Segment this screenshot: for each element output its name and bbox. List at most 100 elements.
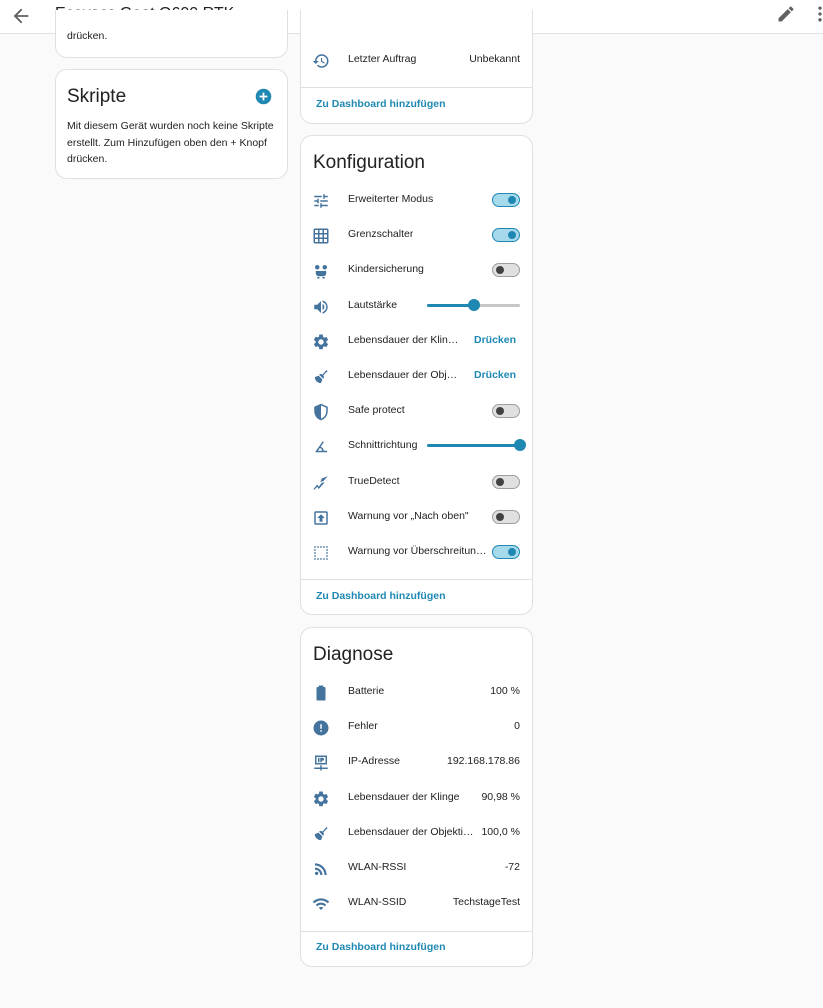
alert-circle-icon xyxy=(312,719,330,737)
angle-icon xyxy=(312,438,330,456)
grid-icon xyxy=(312,227,330,245)
toggle-knob xyxy=(496,512,504,521)
more-vertical-icon[interactable] xyxy=(810,4,823,24)
config-row-label: Lautstärke xyxy=(348,298,398,311)
toggle-switch[interactable] xyxy=(492,474,520,489)
toggle-switch[interactable] xyxy=(492,404,520,419)
add-to-dashboard-link[interactable]: Zu Dashboard hinzufügen xyxy=(316,98,446,110)
diagnostic-label: WLAN-SSID xyxy=(348,896,407,909)
partial-card-text: drücken. xyxy=(67,30,108,42)
card-divider xyxy=(301,87,532,88)
diagnostic-row: Batterie 100 % xyxy=(301,677,532,707)
card-divider xyxy=(301,931,532,932)
toggle-knob xyxy=(496,266,504,275)
edit-pencil-icon[interactable] xyxy=(776,4,796,24)
arrow-up-box-icon xyxy=(312,509,330,527)
diagnostic-row: Fehler 0 xyxy=(301,712,532,742)
press-button[interactable]: Drücken xyxy=(474,334,516,346)
volume-icon xyxy=(312,298,330,316)
truedetect-icon xyxy=(312,474,330,492)
toggle-switch[interactable] xyxy=(492,263,520,278)
controls-card-partial: Letzter Auftrag Unbekannt Zu Dashboard h… xyxy=(300,10,533,124)
config-row-label: TrueDetect xyxy=(348,474,400,487)
config-row: Grenzschalter xyxy=(301,220,532,250)
back-arrow-icon[interactable] xyxy=(10,5,32,27)
wifi-icon xyxy=(312,895,330,913)
cog-icon xyxy=(312,790,330,808)
add-script-icon[interactable] xyxy=(255,88,272,105)
rss-icon xyxy=(312,860,330,878)
slider-fill xyxy=(427,303,474,307)
shield-icon xyxy=(312,403,330,421)
config-row-label: Warnung vor Überschreitung der Grenze xyxy=(348,545,490,557)
toggle-knob xyxy=(496,407,504,416)
range-slider[interactable] xyxy=(427,439,526,452)
last-job-row: Letzter Auftrag Unbekannt xyxy=(301,45,532,75)
config-row-label: Erweiterter Modus xyxy=(348,193,434,205)
scripts-card-description: Mit diesem Gerät wurden noch keine Skrip… xyxy=(67,120,274,165)
scripts-card: Skripte Mit diesem Gerät wurden noch kei… xyxy=(55,69,288,179)
automations-card-partial: drücken. xyxy=(55,10,288,58)
range-slider[interactable] xyxy=(427,298,520,311)
toggle-switch[interactable] xyxy=(492,509,520,524)
config-row: Erweiterter Modus xyxy=(301,185,532,215)
battery-icon xyxy=(312,684,330,702)
diagnostics-card: Diagnose Batterie 100 % Fehler 0 IP-Adresse 1… xyxy=(300,627,533,967)
diagnostic-value: 192.168.178.86 xyxy=(447,755,520,768)
slider-thumb[interactable] xyxy=(467,298,480,311)
toggle-knob xyxy=(508,548,516,556)
diagnostic-label: Fehler xyxy=(348,720,378,733)
diagnostic-label: IP-Adresse xyxy=(348,755,400,768)
diagnostic-label: Lebensdauer der Objektivbürste xyxy=(348,825,476,838)
config-row: Warnung vor „Nach oben" xyxy=(301,502,532,532)
diagnostic-value: -72 xyxy=(504,861,520,873)
cog-icon xyxy=(312,333,330,351)
diagnostic-value: 100 % xyxy=(490,685,520,697)
config-row-label: Lebensdauer der Klinge zurücksetzen xyxy=(348,333,461,346)
config-row: Safe protect xyxy=(301,396,532,426)
config-row: Warnung vor Überschreitung der Grenze xyxy=(301,537,532,567)
config-row: Schnittrichtung xyxy=(301,431,532,461)
add-to-dashboard-link[interactable]: Zu Dashboard hinzufügen xyxy=(316,590,446,602)
add-to-dashboard-link[interactable]: Zu Dashboard hinzufügen xyxy=(316,941,446,953)
configuration-card: Konfiguration Erweiterter Modus Grenzscha… xyxy=(300,135,533,615)
config-row: Lebensdauer der Objektiv-Bürste zurückse… xyxy=(301,361,532,391)
diagnostic-label: Batterie xyxy=(348,685,385,697)
diagnostics-card-title: Diagnose xyxy=(313,644,394,665)
config-row: TrueDetect xyxy=(301,467,532,497)
scripts-card-title: Skripte xyxy=(67,86,127,107)
config-row-label: Grenzschalter xyxy=(348,228,414,241)
toggle-knob xyxy=(508,196,516,204)
toggle-knob xyxy=(508,231,516,240)
diagnostic-row: WLAN-SSID TechstageTest xyxy=(301,888,532,918)
dotted-square-icon xyxy=(312,544,330,562)
config-row: Lautstärke xyxy=(301,291,532,321)
diagnostic-row: Lebensdauer der Objektivbürste 100,0 % xyxy=(301,818,532,848)
config-row-label: Warnung vor „Nach oben" xyxy=(348,509,469,522)
slider-thumb[interactable] xyxy=(514,439,526,452)
config-row-label: Schnittrichtung xyxy=(348,439,418,452)
config-row-label: Safe protect xyxy=(348,404,405,417)
diagnostic-value: 90,98 % xyxy=(481,790,520,803)
diagnostic-value: TechstageTest xyxy=(452,896,520,909)
diagnostic-label: WLAN-RSSI xyxy=(348,861,407,873)
config-row: Lebensdauer der Klinge zurücksetzen Drück… xyxy=(301,326,532,356)
ip-network-icon xyxy=(312,754,330,772)
diagnostic-value: 0 xyxy=(514,720,520,733)
toggle-switch[interactable] xyxy=(492,545,520,559)
baby-icon xyxy=(312,262,330,280)
diagnostic-row: IP-Adresse 192.168.178.86 xyxy=(301,747,532,777)
toggle-switch[interactable] xyxy=(492,193,520,207)
card-divider xyxy=(301,579,532,580)
toggle-switch[interactable] xyxy=(492,228,520,243)
last-job-label: Letzter Auftrag xyxy=(348,53,417,65)
diagnostic-row: WLAN-RSSI -72 xyxy=(301,853,532,883)
diagnostic-value: 100,0 % xyxy=(481,825,520,838)
slider-fill xyxy=(427,444,520,448)
diagnostic-row: Lebensdauer der Klinge 90,98 % xyxy=(301,783,532,813)
broom-icon xyxy=(312,368,330,386)
config-row-label: Kindersicherung xyxy=(348,263,424,276)
broom-icon xyxy=(312,825,330,843)
diagnostic-label: Lebensdauer der Klinge xyxy=(348,790,460,803)
press-button[interactable]: Drücken xyxy=(474,369,516,381)
